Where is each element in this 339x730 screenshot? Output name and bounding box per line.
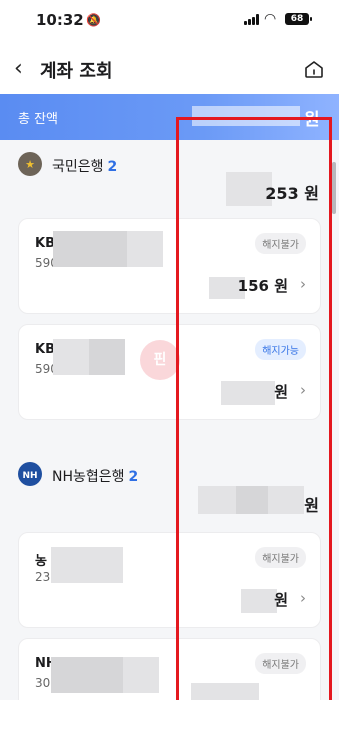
total-balance-label: 총 잔액 [18,112,59,127]
highlight-box [176,117,332,718]
account-name: KB [35,342,55,357]
account-name: 농 [35,554,47,569]
signal-icon [244,14,260,25]
chevron-left-icon[interactable]: ‹ [14,56,23,81]
status-bar: 10:32 🔕 ◠ 68 [0,0,339,44]
battery-icon: 68 [285,13,312,25]
scrollbar[interactable] [332,162,336,214]
blurred-account-info [53,339,89,375]
bank-name: 국민은행 2 [52,159,118,175]
watermark-stamp: 핀 [140,340,180,380]
blurred-account-info [51,547,123,583]
nh-bank-icon: NH [18,462,42,486]
blurred-account-info [53,231,127,267]
bell-mute-icon: 🔕 [86,13,101,27]
blurred-account-info [123,657,159,693]
home-icon[interactable] [304,60,324,78]
blurred-account-info [51,657,123,693]
bottom-area [0,700,339,730]
bank-name: NH농협은행 2 [52,469,139,485]
blurred-account-info [127,231,163,267]
account-number: 30 [35,676,51,690]
wifi-icon: ◠ [264,11,277,27]
app-header: ‹ 계좌 조회 [0,44,339,94]
blurred-account-info [89,339,125,375]
account-name: KB [35,236,55,251]
kb-bank-icon: ★ [18,152,42,176]
svg-text:NH: NH [22,471,37,481]
account-number: 23 [35,570,51,584]
status-time: 10:32 [36,11,84,29]
page-title: 계좌 조회 [40,61,113,82]
svg-text:★: ★ [25,158,35,171]
